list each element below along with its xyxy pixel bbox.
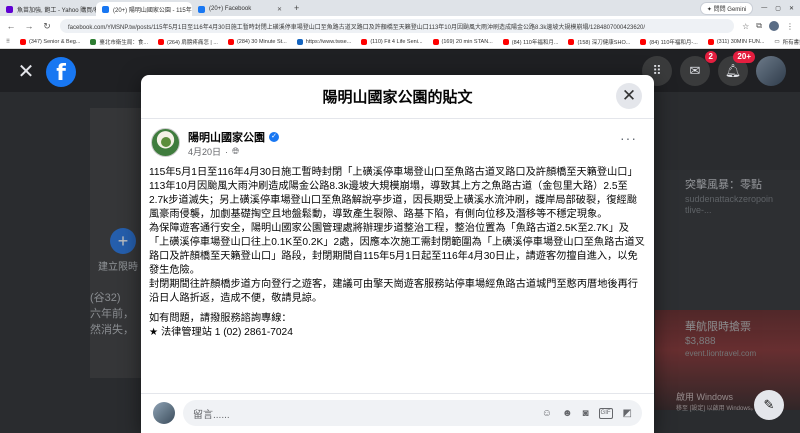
bookmark-item[interactable]: (264) 肩膀疼痛怎 | ... — [158, 38, 218, 46]
post-meta: 4月20日 · 🌐︎ — [188, 145, 240, 158]
comment-input[interactable]: 留言...... ☺ ☻ ◙ GIF ◩ — [183, 400, 642, 426]
youtube-icon — [158, 39, 164, 45]
messenger-icon[interactable]: ✉ 2 — [680, 51, 717, 86]
post-paragraph: 封閉期間往許顏橋步道方向登行之遊客，建議可由擎天崗遊客服務站停車場經魚路古道城門… — [149, 279, 638, 304]
bookmark-item[interactable]: (311) 30MIN FUN... — [707, 39, 764, 45]
tab-label: (20+) Facebook — [209, 6, 252, 12]
post-paragraph: 115年5月1日至116年4月30日施工暫時封閉「上磺溪停車場登山口至魚路古道叉… — [149, 167, 638, 178]
youtube-icon — [432, 39, 439, 45]
browser-tab-bar: 魚苗加強, 飽工 - Yahoo 購買/秒 ✕ (20+) 陽明山國家公園 - … — [0, 0, 800, 16]
profile-avatar[interactable] — [756, 56, 786, 86]
post-text: 115年5月1日至116年4月30日施工暫時封閉「上磺溪停車場登山口至魚路古道叉… — [149, 166, 645, 398]
browser-tab-post[interactable]: (20+) 陽明山國家公園 - 115年 ✕ — [96, 2, 192, 16]
youtube-icon — [20, 39, 27, 45]
post-header: 陽明山國家公園 ✓ 4月20日 · 🌐︎ ··· — [151, 128, 641, 160]
post-paragraph: 如有問題，請撥服務諮詢專線： — [149, 313, 292, 324]
my-avatar[interactable] — [153, 402, 175, 424]
more-options-icon[interactable]: ··· — [620, 130, 637, 146]
facebook-favicon-icon — [198, 5, 205, 13]
close-viewer-icon[interactable]: ✕ — [14, 60, 38, 84]
minimize-icon[interactable]: — — [761, 5, 767, 11]
dialog-header: 陽明山國家公園的貼文 ✕ — [141, 75, 654, 119]
window-close-icon[interactable]: ✕ — [789, 5, 794, 12]
bookmark-item[interactable]: 臺北市衛生局：食... — [90, 38, 148, 46]
ad-domain: event.liontravel.com — [685, 349, 757, 358]
facebook-logo-icon[interactable]: f — [46, 57, 76, 87]
notifications-icon[interactable]: 🔔︎ 20+ — [718, 51, 755, 86]
facebook-favicon-icon — [102, 5, 109, 13]
post-paragraph: 113年10月因颱風大雨沖刷造成陽金公路8.3k邊坡大規模崩塌，導致其上方之魚路… — [149, 181, 637, 220]
url-input[interactable]: facebook.com/YMSNP.tw/posts/115年5月1日至116… — [60, 19, 735, 33]
youtube-icon — [227, 39, 234, 45]
bookmarks-bar: ⠿ (347) Senior & Beg... 臺北市衛生局：食... (264… — [0, 36, 800, 49]
tab-label: 魚苗加強, 飽工 - Yahoo 購買/秒 — [17, 7, 96, 14]
windows-activation-watermark: 啟用 Windows 移至 [設定] 以啟用 Windows。 — [676, 392, 757, 412]
background-sponsored-card: 突擊風暴：零點 suddenattackzeropoin tlive-... — [655, 170, 800, 330]
globe-icon: 🌐︎ — [232, 146, 240, 156]
post-paragraph: 為保障遊客通行安全，陽明山國家公園管理處將辦理步道整治工程，整治位置為「魚路古道… — [149, 223, 645, 276]
site-icon — [90, 39, 97, 45]
site-icon — [296, 39, 303, 45]
emoji-icon[interactable]: ☻ — [562, 408, 573, 419]
back-icon[interactable]: ← — [6, 21, 16, 31]
menu-icon[interactable]: ⋮ — [786, 22, 794, 31]
verified-badge-icon: ✓ — [269, 132, 279, 142]
apps-icon[interactable]: ⠿ — [6, 39, 10, 45]
comment-composer: 留言...... ☺ ☻ ◙ GIF ◩ — [141, 393, 654, 433]
youtube-icon — [502, 39, 509, 45]
bookmark-item[interactable]: (347) Senior & Beg... — [20, 39, 80, 45]
camera-icon[interactable]: ◙ — [583, 408, 589, 419]
comment-placeholder: 留言...... — [193, 409, 230, 421]
tab-label: (20+) 陽明山國家公園 - 115年 — [113, 7, 192, 14]
youtube-icon — [568, 39, 575, 45]
new-tab-button[interactable]: + — [288, 3, 305, 13]
browser-tab-facebook[interactable]: (20+) Facebook ✕ — [192, 2, 288, 16]
bookmark-item[interactable]: (158) 深刀健康SHO... — [568, 38, 630, 46]
bookmark-item[interactable]: (84) 110年福和月... — [502, 38, 558, 46]
browser-tab-yahoo[interactable]: 魚苗加強, 飽工 - Yahoo 購買/秒 ✕ — [0, 2, 96, 16]
avatar-sticker-icon[interactable]: ☺ — [542, 408, 552, 419]
create-story-label: 建立限時 — [98, 262, 138, 273]
sponsored-title: 突擊風暴：零點 — [685, 179, 762, 191]
post-date[interactable]: 4月20日 — [188, 145, 221, 158]
page-name-link[interactable]: 陽明山國家公園 ✓ — [188, 129, 279, 145]
youtube-icon — [640, 39, 647, 45]
page-avatar[interactable] — [151, 128, 180, 157]
post-paragraph: ★ 法律管理站 1 (02) 2861-7024 — [149, 327, 293, 338]
post-dialog: 陽明山國家公園的貼文 ✕ 陽明山國家公園 ✓ 4月20日 · 🌐︎ ··· 11… — [141, 75, 654, 433]
gemini-button[interactable]: ✦ 問問 Gemini — [699, 1, 754, 15]
star-icon[interactable]: ☆ — [742, 22, 749, 31]
close-dialog-button[interactable]: ✕ — [616, 83, 642, 109]
notifications-badge: 20+ — [733, 51, 755, 63]
bookmark-item[interactable]: (169) 20 min STAN... — [432, 39, 493, 45]
maximize-icon[interactable]: ▢ — [775, 5, 781, 12]
extensions-icon[interactable]: ⧉ — [756, 21, 762, 31]
facebook-page: ✕ f ⠿ ✉ 2 🔔︎ 20+ + 建立限時 (谷32) 六年前， 然消失， 突擊… — [0, 50, 800, 433]
bookmark-item[interactable]: https://www.twse... — [296, 39, 351, 45]
compose-edit-icon[interactable]: ✎ — [754, 390, 784, 420]
plus-icon: + — [110, 228, 136, 254]
address-bar-row: ← → ↻ facebook.com/YMSNP.tw/posts/115年5月… — [0, 16, 800, 36]
folder-icon: ▭ — [774, 39, 780, 45]
forward-icon[interactable]: → — [24, 21, 34, 31]
bookmark-item[interactable]: (110) Fit 4 Life Seni... — [361, 39, 423, 45]
ad-title: 華航限時搶票 — [685, 321, 751, 333]
sticker-icon[interactable]: ◩ — [623, 408, 632, 419]
all-bookmarks-button[interactable]: ▭所有書籤 — [774, 38, 800, 46]
reload-icon[interactable]: ↻ — [42, 21, 52, 32]
yahoo-favicon-icon — [6, 5, 13, 13]
gif-icon[interactable]: GIF — [598, 407, 613, 419]
ad-price: $3,888 — [685, 336, 716, 347]
bookmark-item[interactable]: (284) 30 Minute St... — [227, 39, 287, 45]
youtube-icon — [707, 39, 714, 45]
messenger-badge: 2 — [704, 51, 717, 63]
tab-close-icon[interactable]: ✕ — [277, 6, 282, 13]
youtube-icon — [361, 39, 368, 45]
sponsored-subtitle: suddenattackzeropoin tlive-... — [685, 194, 774, 215]
url-text: facebook.com/YMSNP.tw/posts/115年5月1日至116… — [68, 24, 646, 31]
bookmark-item[interactable]: (84) 110年福和月-... — [640, 38, 698, 46]
dialog-title: 陽明山國家公園的貼文 — [322, 89, 473, 106]
browser-profile-avatar[interactable] — [769, 21, 779, 31]
